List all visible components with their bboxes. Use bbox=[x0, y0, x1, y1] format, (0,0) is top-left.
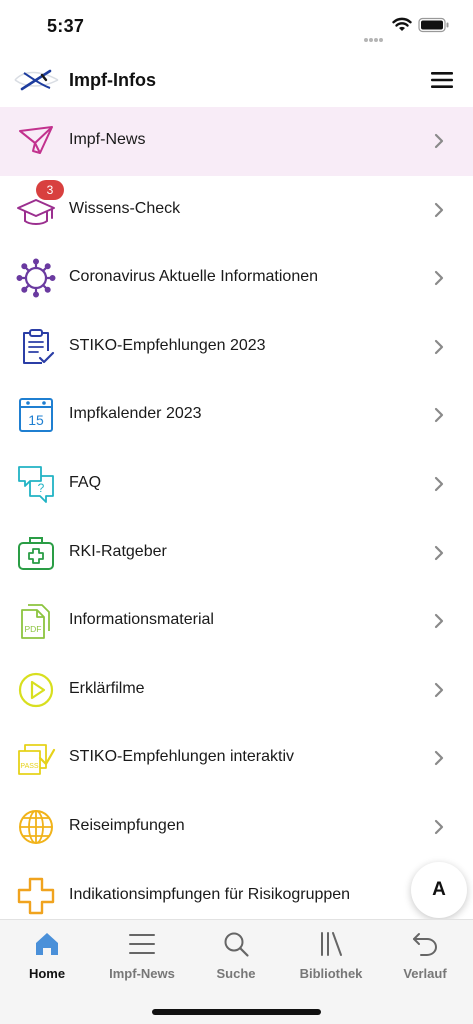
chevron-right-icon bbox=[434, 682, 444, 697]
tab-verlauf[interactable]: Verlauf bbox=[378, 928, 472, 988]
search-icon bbox=[224, 932, 249, 957]
tab-impf-news[interactable]: Impf-News bbox=[95, 928, 189, 988]
status-bar: 5:37 bbox=[0, 0, 473, 52]
menu-item-label: Wissens-Check bbox=[69, 199, 181, 217]
signal-icon bbox=[364, 29, 384, 47]
chevron-right-icon bbox=[434, 408, 444, 423]
menu-item-label: Reiseimpfungen bbox=[69, 816, 185, 834]
chevron-right-icon bbox=[434, 545, 444, 560]
home-indicator bbox=[152, 1009, 321, 1015]
battery-icon bbox=[418, 17, 449, 33]
hamburger-menu-icon[interactable] bbox=[429, 69, 455, 91]
menu-item-informationsmaterial[interactable]: PDF Informationsmaterial bbox=[0, 587, 473, 656]
app-header: Impf-Infos bbox=[0, 52, 473, 107]
menu-item-label: Impfkalender 2023 bbox=[69, 405, 202, 423]
font-size-button[interactable]: A bbox=[411, 862, 467, 918]
chevron-right-icon bbox=[434, 476, 444, 492]
calendar-icon: 15 bbox=[19, 398, 53, 433]
menu-item-label: FAQ bbox=[69, 473, 102, 491]
menu-item-label: Informationsmaterial bbox=[69, 611, 214, 629]
tab-label: Suche bbox=[216, 966, 256, 981]
svg-text:PASS: PASS bbox=[20, 763, 38, 770]
chevron-right-icon bbox=[434, 202, 444, 217]
medical-kit-icon bbox=[18, 536, 54, 570]
menu-item-reiseimpfungen[interactable]: Reiseimpfungen bbox=[0, 792, 473, 862]
chevron-right-icon bbox=[434, 339, 444, 354]
menu-item-wissens-check[interactable]: 3 Wissens-Check bbox=[0, 175, 473, 245]
menu-item-stiko-2023[interactable]: STIKO-Empfehlungen 2023 bbox=[0, 312, 473, 382]
tab-home[interactable]: Home bbox=[0, 928, 94, 988]
chevron-right-icon bbox=[434, 133, 444, 149]
page-title: Impf-Infos bbox=[69, 70, 156, 90]
chevron-right-icon bbox=[434, 614, 444, 629]
play-circle-icon bbox=[18, 672, 54, 707]
clipboard-check-icon bbox=[23, 328, 55, 364]
plus-cross-icon bbox=[17, 877, 55, 914]
svg-text:PDF: PDF bbox=[25, 624, 42, 634]
tab-label: Impf-News bbox=[109, 966, 175, 981]
tab-label: Verlauf bbox=[403, 966, 447, 981]
menu-item-label: RKI-Ratgeber bbox=[69, 542, 167, 560]
history-icon bbox=[413, 933, 438, 956]
menu-item-label: Impf-News bbox=[69, 131, 146, 148]
tab-label: Bibliothek bbox=[299, 966, 363, 981]
tab-label: Home bbox=[28, 966, 66, 981]
virus-icon bbox=[16, 258, 56, 298]
menu-item-rki-ratgeber[interactable]: RKI-Ratgeber bbox=[0, 518, 473, 588]
pass-check-icon: PASS bbox=[18, 744, 56, 776]
tab-bibliothek[interactable]: Bibliothek bbox=[284, 928, 378, 988]
menu-item-erklaerfilme[interactable]: Erklärfilme bbox=[0, 655, 473, 725]
tab-suche[interactable]: Suche bbox=[189, 928, 283, 988]
menu-item-faq[interactable]: ? FAQ bbox=[0, 449, 473, 519]
notification-badge: 3 bbox=[36, 179, 64, 200]
status-time: 5:37 bbox=[47, 16, 85, 36]
menu-item-label: Indikationsimpfungen für Risikogruppen bbox=[69, 885, 351, 903]
bottom-tab-bar: Home Impf-News Suche Bibliothek Verlauf bbox=[0, 919, 473, 1024]
menu-item-label: STIKO-Empfehlungen interaktiv bbox=[69, 748, 294, 766]
chevron-right-icon bbox=[434, 271, 444, 286]
chevron-right-icon bbox=[434, 819, 444, 835]
paper-plane-icon bbox=[19, 126, 53, 154]
pdf-document-icon: PDF bbox=[21, 604, 50, 640]
library-icon bbox=[321, 932, 342, 956]
menu-item-label: Erklärfilme bbox=[69, 679, 145, 697]
list-icon bbox=[129, 934, 155, 954]
app-logo-icon bbox=[14, 69, 59, 91]
globe-icon bbox=[19, 809, 53, 844]
menu-item-stiko-interaktiv[interactable]: PASS STIKO-Empfehlungen interaktiv bbox=[0, 724, 473, 793]
chat-question-icon: ? bbox=[18, 466, 54, 503]
wifi-icon bbox=[392, 17, 412, 31]
chevron-right-icon bbox=[434, 751, 444, 766]
home-icon bbox=[36, 933, 58, 955]
menu-list: Impf-News 3 Wissens-Check Coronavirus Ak… bbox=[0, 107, 473, 931]
svg-text:15: 15 bbox=[28, 412, 44, 428]
menu-item-label: Coronavirus Aktuelle Informationen bbox=[69, 268, 319, 286]
menu-item-coronavirus[interactable]: Coronavirus Aktuelle Informationen bbox=[0, 244, 473, 313]
menu-item-impf-news[interactable]: Impf-News bbox=[0, 107, 473, 176]
menu-item-impfkalender[interactable]: 15 Impfkalender 2023 bbox=[0, 381, 473, 450]
menu-item-label: STIKO-Empfehlungen 2023 bbox=[69, 336, 266, 354]
svg-text:?: ? bbox=[38, 481, 45, 495]
